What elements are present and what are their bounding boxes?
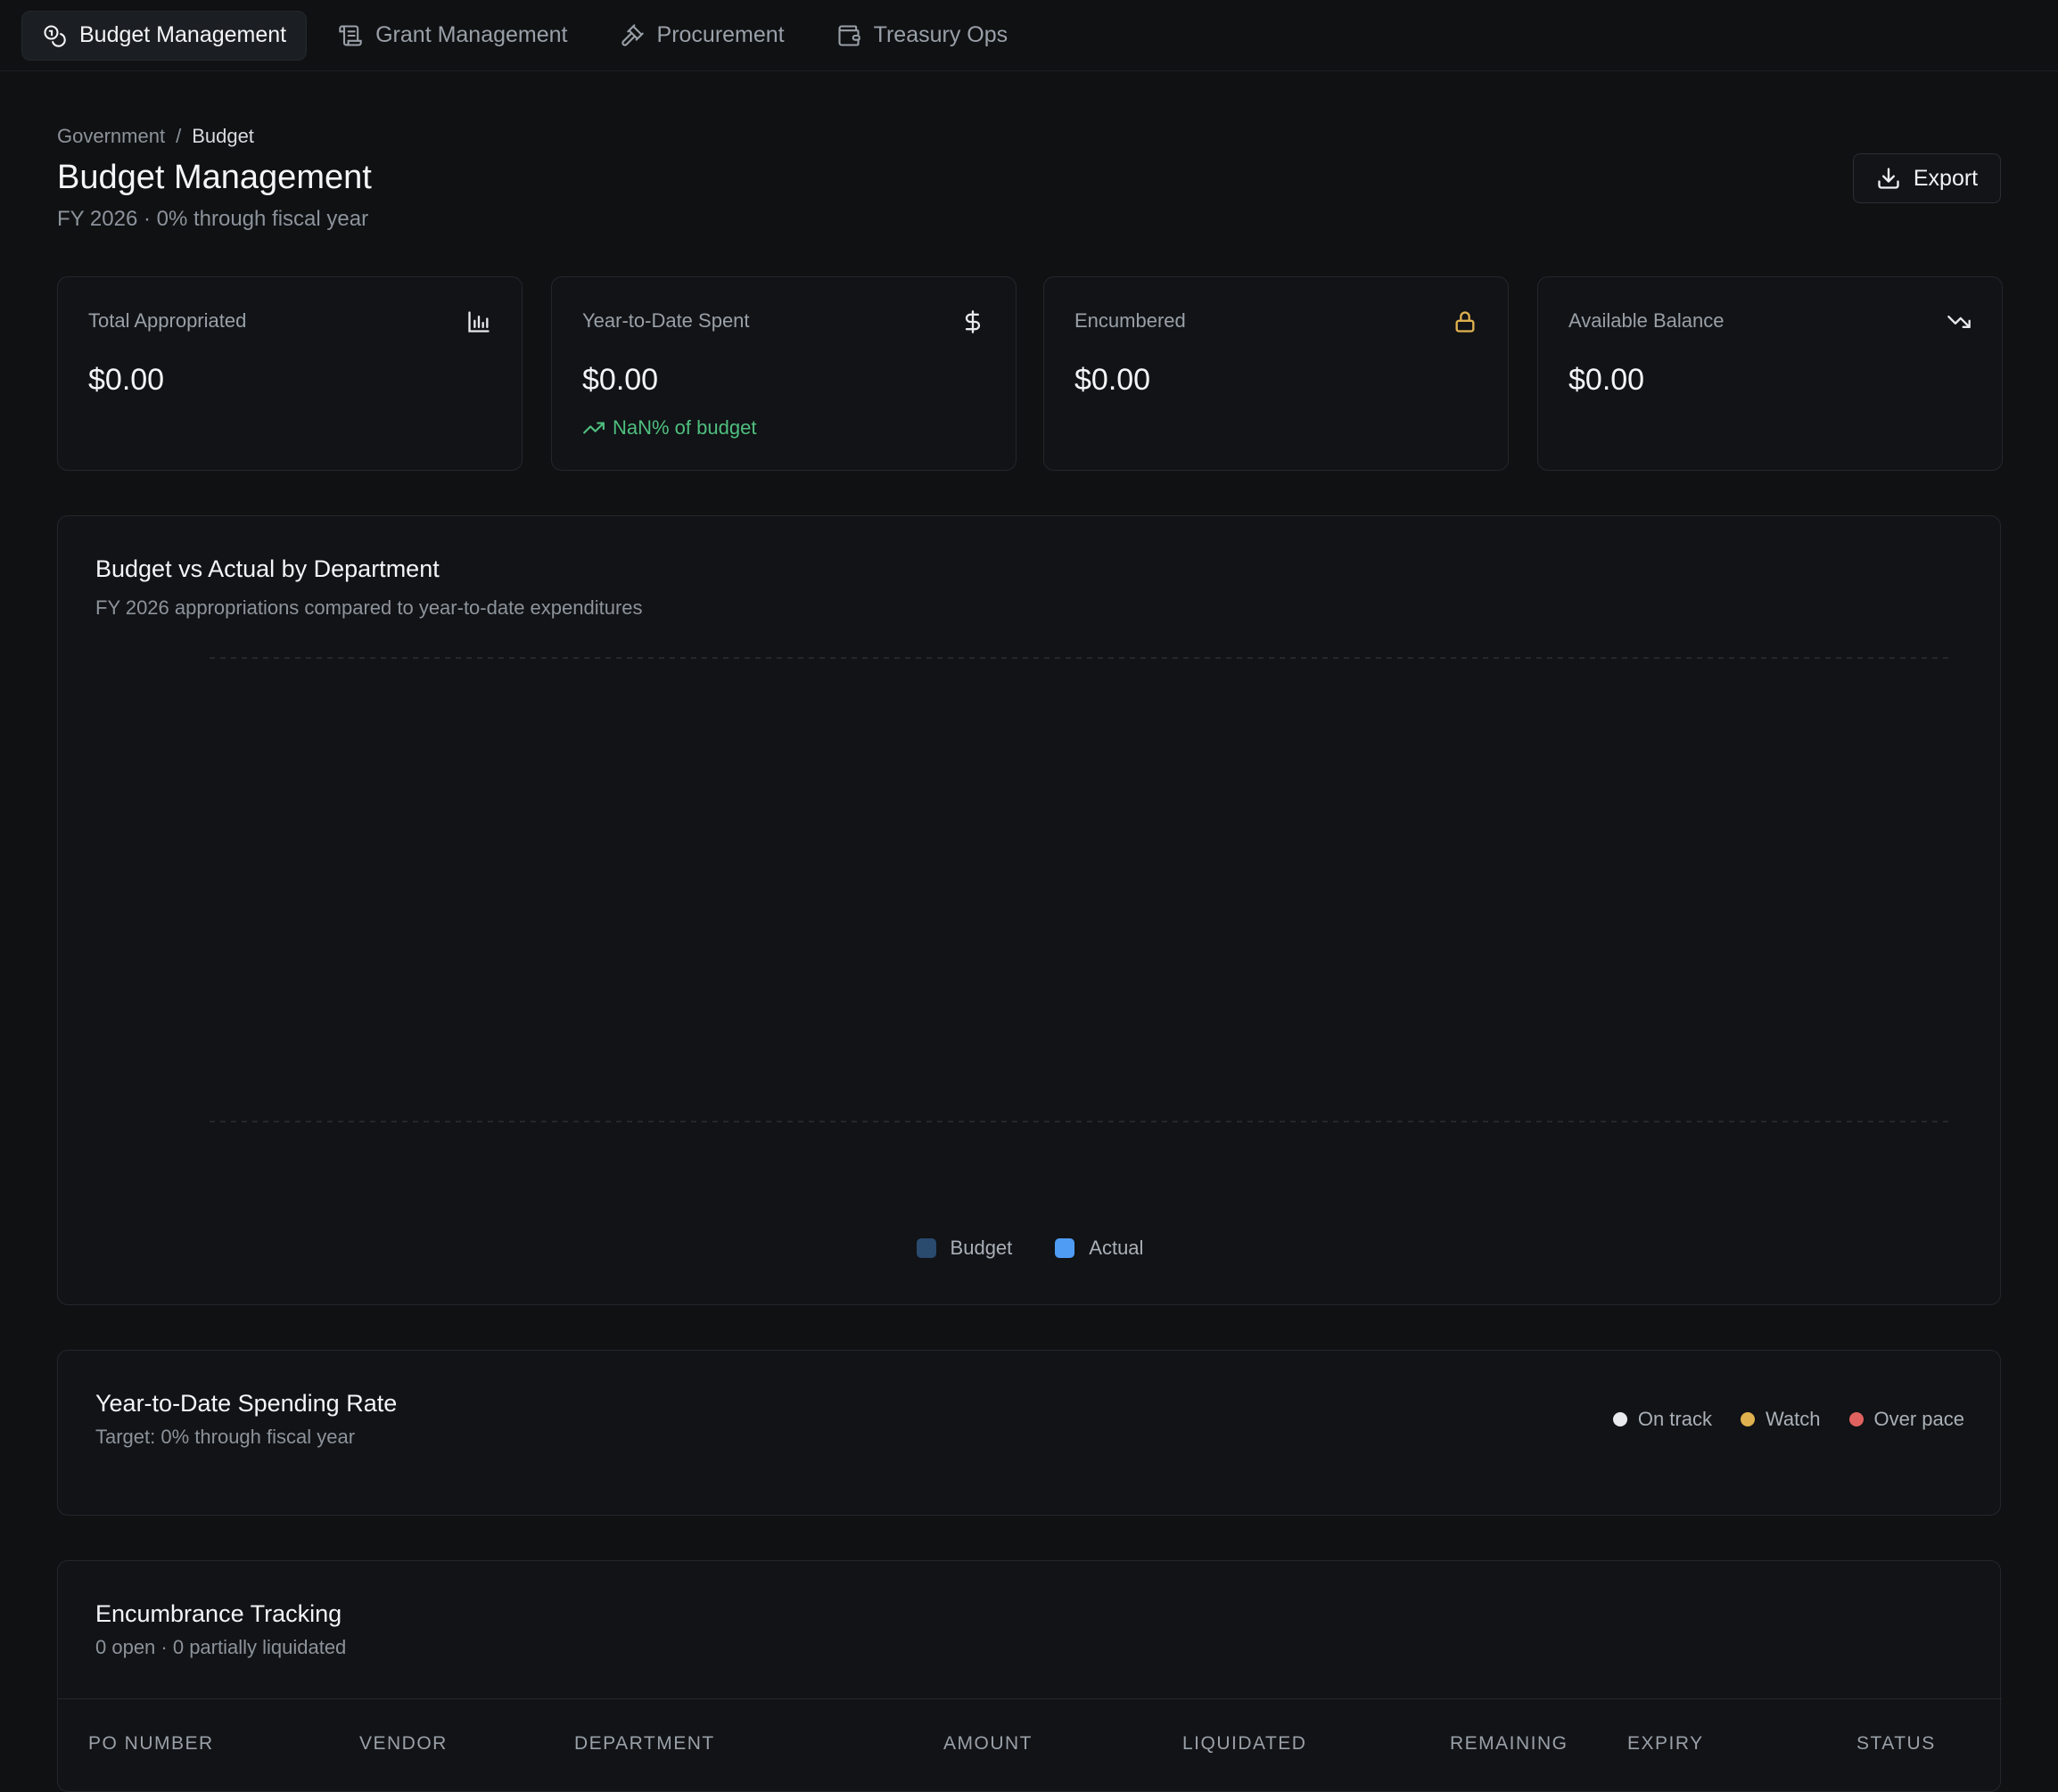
- tab-label: Procurement: [656, 22, 785, 47]
- tab-grant-management[interactable]: Grant Management: [317, 11, 588, 61]
- trending-down-icon: [1947, 316, 1971, 328]
- kpi-ytd-spent: Year-to-Date Spent $0.00 NaN% of budget: [551, 276, 1017, 471]
- download-icon: [1878, 168, 1899, 189]
- column-header-po-number[interactable]: PO NUMBER: [88, 1733, 214, 1755]
- tab-label: Budget Management: [79, 22, 287, 47]
- kpi-label: Year-to-Date Spent: [582, 309, 750, 332]
- kpi-total-appropriated: Total Appropriated $0.00: [57, 276, 523, 471]
- coins-icon: [44, 24, 66, 47]
- bar-chart-icon: [468, 311, 490, 333]
- encumbrance-subtitle: 0 open · 0 partially liquidated: [95, 1636, 347, 1658]
- kpi-encumbered: Encumbered $0.00: [1043, 276, 1509, 471]
- encumbrance-title: Encumbrance Tracking: [95, 1600, 342, 1627]
- kpi-label: Total Appropriated: [88, 309, 247, 332]
- breadcrumb-separator: /: [176, 125, 182, 147]
- export-label: Export: [1913, 165, 1979, 191]
- kpi-trend: NaN% of budget: [582, 416, 756, 440]
- legend-swatch: [916, 1238, 936, 1258]
- kpi-trend-text: NaN% of budget: [613, 416, 757, 439]
- column-header-liquidated[interactable]: LIQUIDATED: [1182, 1733, 1306, 1755]
- spending-rate-title: Year-to-Date Spending Rate: [95, 1390, 398, 1417]
- gavel-icon: [621, 23, 644, 46]
- legend-label: Budget: [950, 1237, 1013, 1259]
- kpi-available-balance: Available Balance $0.00: [1537, 276, 2003, 471]
- column-header-amount[interactable]: AMOUNT: [943, 1733, 1033, 1755]
- kpi-value: $0.00: [1074, 363, 1151, 397]
- export-button[interactable]: Export: [1853, 153, 2001, 203]
- status-dot: [1848, 1412, 1864, 1426]
- status-over-pace: Over pace: [1848, 1408, 1965, 1431]
- breadcrumb-current: Budget: [192, 125, 254, 147]
- kpi-value: $0.00: [582, 363, 659, 397]
- breadcrumb-parent[interactable]: Government: [57, 125, 165, 148]
- kpi-label: Encumbered: [1074, 309, 1186, 332]
- tab-label: Treasury Ops: [873, 22, 1008, 47]
- status-label: Over pace: [1873, 1408, 1965, 1430]
- chart-legend: Budget Actual: [58, 1237, 2002, 1260]
- page-title: Budget Management: [57, 159, 372, 196]
- wallet-icon: [838, 24, 860, 46]
- legend-item-actual[interactable]: Actual: [1055, 1237, 1143, 1260]
- status-dot: [1612, 1412, 1627, 1426]
- lock-icon: [1455, 311, 1475, 333]
- scroll-icon: [339, 24, 362, 46]
- kpi-label: Available Balance: [1568, 309, 1725, 332]
- status-dot: [1740, 1412, 1755, 1426]
- budget-vs-actual-card: Budget vs Actual by Department FY 2026 a…: [57, 515, 2001, 1305]
- legend-swatch: [1055, 1238, 1075, 1258]
- column-header-department[interactable]: DEPARTMENT: [574, 1733, 715, 1755]
- tab-treasury-ops[interactable]: Treasury Ops: [816, 11, 1029, 61]
- top-nav: Budget Management Grant Management Procu…: [0, 0, 2058, 71]
- status-legend: On track Watch Over pace: [1612, 1408, 1965, 1431]
- column-header-expiry[interactable]: EXPIRY: [1627, 1733, 1704, 1755]
- kpi-value: $0.00: [1568, 363, 1645, 397]
- breadcrumb: Government / Budget: [57, 125, 254, 148]
- column-header-vendor[interactable]: VENDOR: [359, 1733, 448, 1755]
- tab-label: Grant Management: [375, 22, 568, 47]
- status-on-track: On track: [1612, 1408, 1712, 1431]
- kpi-value: $0.00: [88, 363, 165, 397]
- column-header-remaining[interactable]: REMAINING: [1450, 1733, 1568, 1755]
- spending-rate-card: Year-to-Date Spending Rate Target: 0% th…: [57, 1350, 2001, 1516]
- status-label: Watch: [1765, 1408, 1821, 1430]
- dollar-icon: [965, 310, 981, 333]
- status-watch: Watch: [1740, 1408, 1821, 1431]
- trending-up-icon: [583, 422, 605, 434]
- encumbrance-card: Encumbrance Tracking 0 open · 0 partiall…: [57, 1560, 2002, 1792]
- table-header: PO NUMBER VENDOR DEPARTMENT AMOUNT LIQUI…: [58, 1698, 2002, 1779]
- tab-procurement[interactable]: Procurement: [599, 11, 805, 61]
- spending-rate-subtitle: Target: 0% through fiscal year: [95, 1426, 356, 1448]
- column-header-status[interactable]: STATUS: [1856, 1733, 1936, 1755]
- page-subtitle: FY 2026 · 0% through fiscal year: [57, 207, 369, 231]
- legend-item-budget[interactable]: Budget: [916, 1237, 1013, 1260]
- legend-label: Actual: [1089, 1237, 1144, 1259]
- status-label: On track: [1637, 1408, 1712, 1430]
- tab-budget-management[interactable]: Budget Management: [21, 10, 308, 61]
- budget-actual-chart: [210, 657, 1950, 1122]
